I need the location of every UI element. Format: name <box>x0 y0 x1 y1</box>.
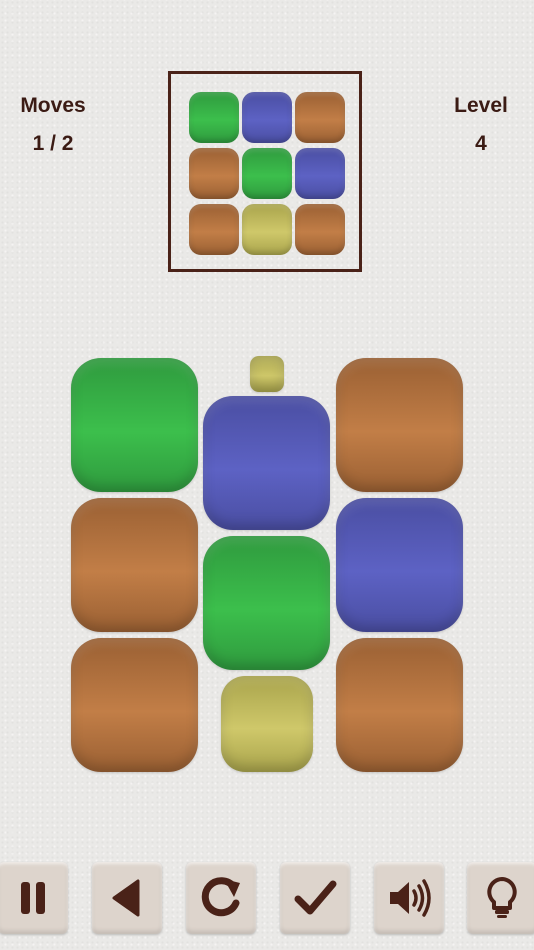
target-tile <box>242 148 292 199</box>
back-button[interactable] <box>92 862 162 934</box>
hint-button[interactable] <box>467 862 534 934</box>
target-tile <box>189 204 239 255</box>
target-tile <box>189 148 239 199</box>
board-tile[interactable] <box>221 676 313 772</box>
checkmark-icon <box>294 880 337 915</box>
target-tile <box>242 204 292 255</box>
target-pattern-frame <box>168 71 362 272</box>
check-button[interactable] <box>280 862 350 934</box>
target-tile <box>295 148 345 199</box>
restart-icon <box>201 877 240 917</box>
board-tile[interactable] <box>336 498 463 632</box>
restart-button[interactable] <box>186 862 256 934</box>
board-tile[interactable] <box>71 358 198 492</box>
board-tile[interactable] <box>71 638 198 772</box>
pause-icon <box>21 882 45 914</box>
board-tile[interactable] <box>336 358 463 492</box>
board-tile-small[interactable] <box>250 356 284 392</box>
lightbulb-icon <box>487 877 517 918</box>
board-tile[interactable] <box>203 536 330 670</box>
target-tile <box>295 92 345 143</box>
back-arrow-icon <box>112 879 140 917</box>
target-tile <box>242 92 292 143</box>
level-label: Level <box>454 94 508 117</box>
board-tile[interactable] <box>336 638 463 772</box>
board-tile[interactable] <box>203 396 330 530</box>
moves-counter: 1 / 2 <box>32 132 74 155</box>
speaker-icon <box>390 879 431 917</box>
target-tile <box>189 92 239 143</box>
pause-button[interactable] <box>0 862 68 934</box>
board-tile[interactable] <box>71 498 198 632</box>
target-tile <box>295 204 345 255</box>
level-number: 4 <box>475 132 487 155</box>
moves-label: Moves <box>20 94 86 117</box>
sound-button[interactable] <box>374 862 444 934</box>
